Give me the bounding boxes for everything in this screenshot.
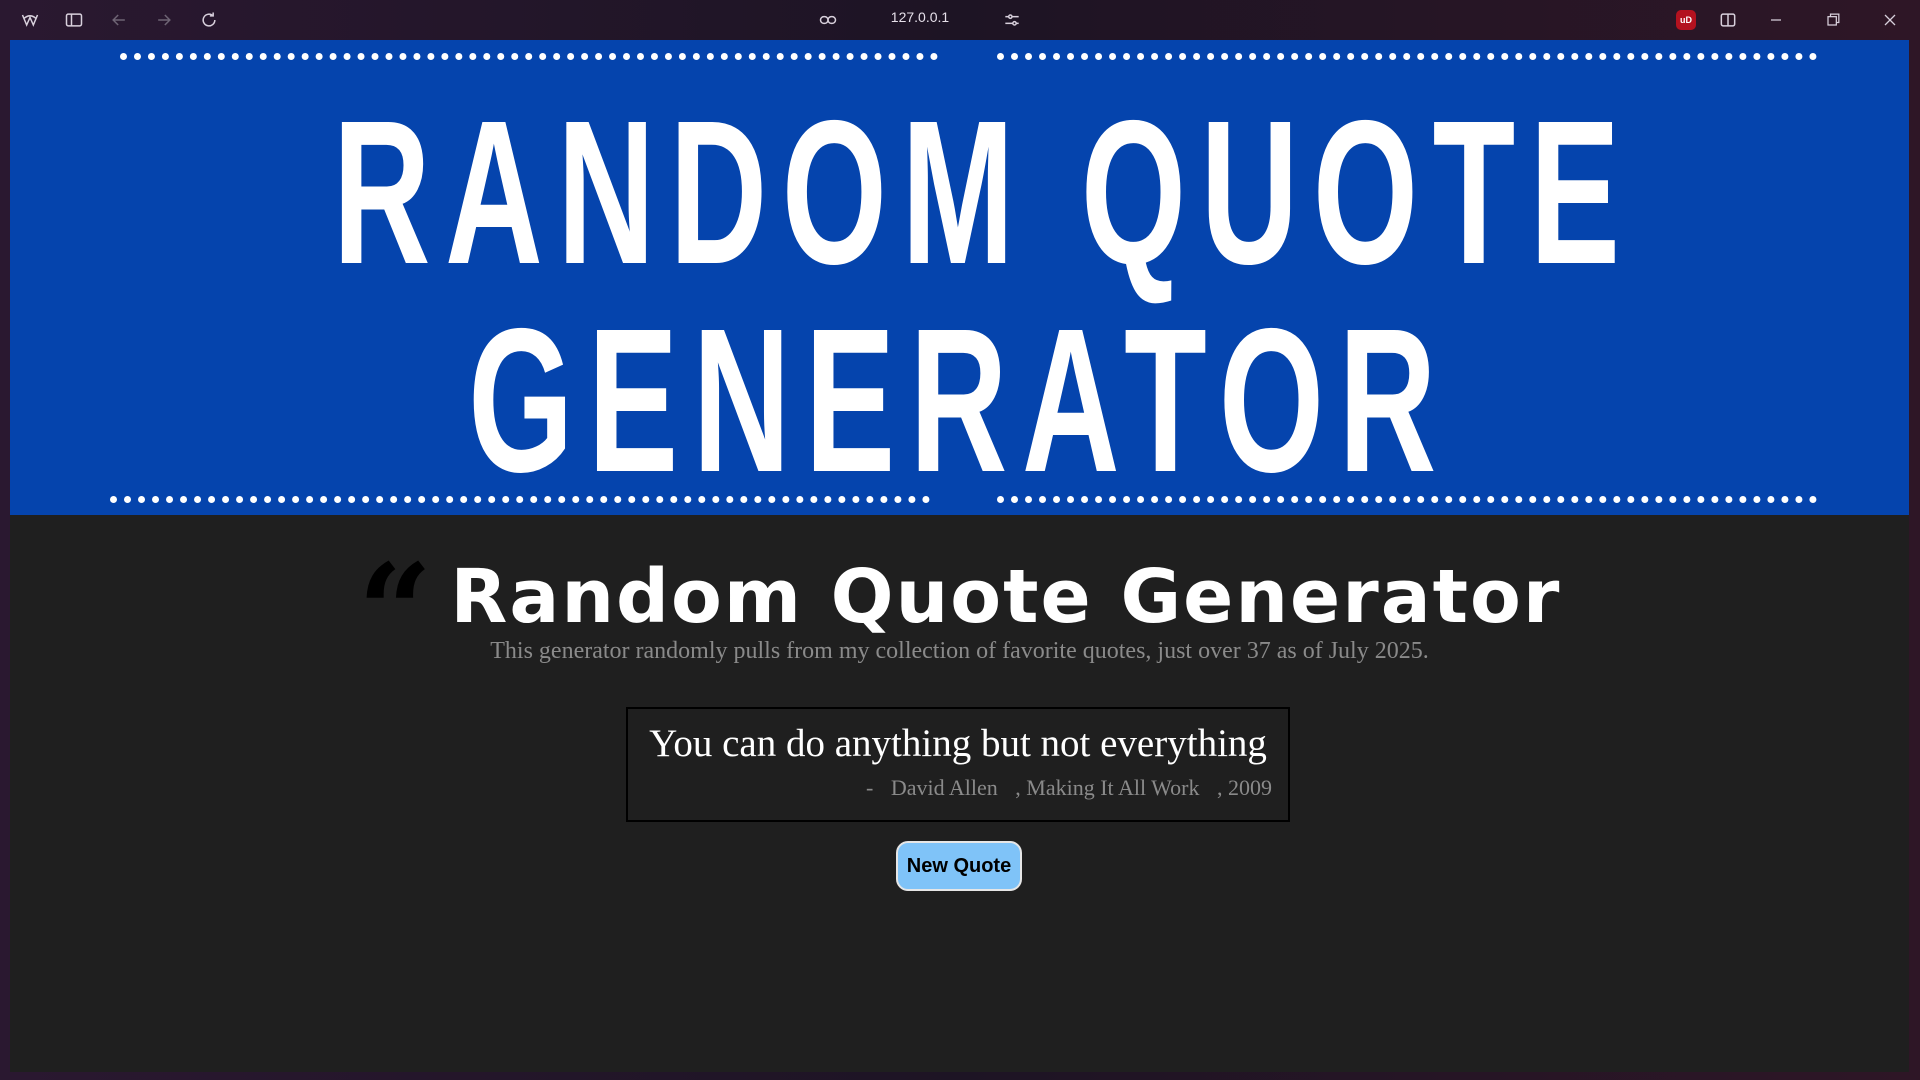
- link-icon[interactable]: [816, 8, 840, 32]
- banner-dots-top-right: [997, 53, 1817, 60]
- quote-dash: -: [866, 775, 874, 800]
- banner-image: RANDOM QUOTE GENERATOR: [10, 40, 1909, 515]
- quote-text: You can do anything but not everything: [649, 722, 1267, 765]
- quote-card: You can do anything but not everything -…: [626, 707, 1290, 822]
- forward-arrow-icon[interactable]: [152, 8, 176, 32]
- quote-year: , 2009: [1217, 775, 1272, 800]
- quote-source: , Making It All Work: [1015, 775, 1200, 800]
- page-heading: “ Random Quote Generator: [10, 547, 1909, 640]
- close-icon[interactable]: [1878, 8, 1902, 32]
- minimize-icon[interactable]: [1764, 8, 1788, 32]
- split-view-icon[interactable]: [1716, 8, 1740, 32]
- quote-author: David Allen: [890, 775, 998, 800]
- page-viewport: RANDOM QUOTE GENERATOR “ Random Quote Ge…: [10, 40, 1909, 1072]
- browser-logo-icon[interactable]: [18, 8, 42, 32]
- quote-attribution: - David Allen , Making It All Work , 200…: [644, 775, 1272, 801]
- banner-dots-top-left: [120, 53, 938, 60]
- page-title: Random Quote Generator: [450, 554, 1562, 640]
- quote-mark-icon: “: [357, 547, 433, 635]
- sidebar-toggle-icon[interactable]: [62, 8, 86, 32]
- address-bar[interactable]: 127.0.0.1: [880, 9, 960, 25]
- banner-dots-bottom-left: [110, 496, 930, 503]
- banner-line-2: GENERATOR: [468, 286, 1451, 515]
- page-subtitle: This generator randomly pulls from my co…: [490, 638, 1429, 664]
- back-arrow-icon[interactable]: [107, 8, 131, 32]
- banner-dots-bottom-right: [997, 496, 1817, 503]
- ublock-extension-icon[interactable]: uD: [1676, 10, 1696, 30]
- browser-toolbar: 127.0.0.1 uD: [0, 0, 1920, 40]
- banner-line-1: RANDOM QUOTE: [332, 78, 1635, 307]
- new-quote-button[interactable]: New Quote: [896, 841, 1022, 891]
- site-settings-icon[interactable]: [1000, 8, 1024, 32]
- restore-icon[interactable]: [1821, 8, 1845, 32]
- reload-icon[interactable]: [197, 8, 221, 32]
